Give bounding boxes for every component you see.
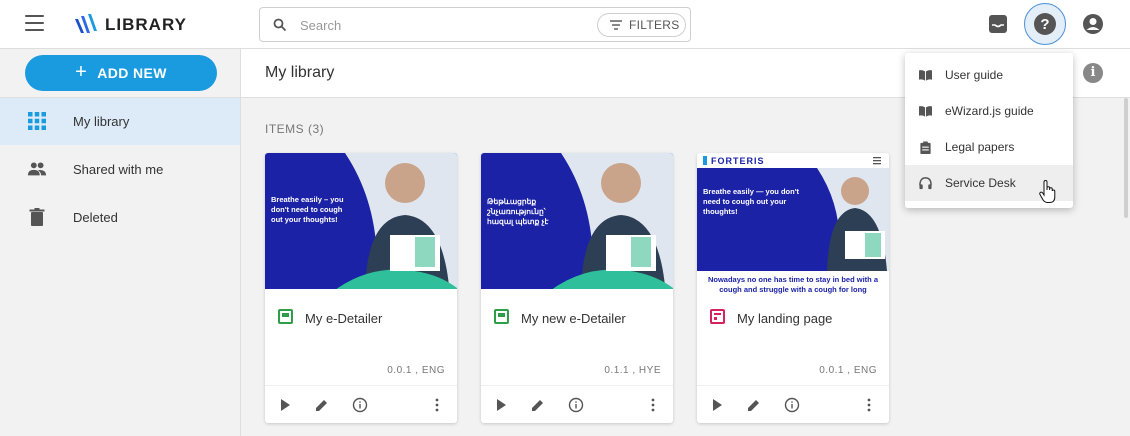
filter-icon [610, 20, 622, 30]
thumbnail-text: Breathe easily — you don't need to cough… [703, 187, 799, 216]
hamburger-menu-icon[interactable] [25, 15, 47, 33]
library-card[interactable]: FORTERIS Breathe easily — you don't need… [697, 153, 889, 423]
sidebar-item-my-library[interactable]: My library [0, 98, 240, 145]
brand-title: Library [105, 15, 187, 34]
card-thumbnail[interactable]: Թեթևացրեք շնչառությունը՝ հազալ պետք չէ [481, 153, 673, 298]
sidebar: My library Shared with me Deleted [0, 98, 241, 436]
play-icon[interactable] [709, 397, 725, 413]
edit-icon[interactable] [530, 397, 546, 413]
search-bar: FILTERS [259, 7, 691, 42]
search-input[interactable] [300, 16, 580, 34]
headset-icon [919, 177, 932, 190]
menu-item-user-guide[interactable]: User guide [905, 57, 1073, 93]
filters-label: FILTERS [629, 18, 680, 32]
edit-icon[interactable] [746, 397, 762, 413]
sidebar-item-shared-with-me[interactable]: Shared with me [0, 146, 240, 193]
filters-button[interactable]: FILTERS [597, 13, 686, 37]
library-logo-icon [75, 14, 97, 33]
book-icon [919, 106, 932, 117]
help-icon: ? [1034, 13, 1056, 35]
card-title: My e-Detailer [305, 311, 383, 326]
menu-item-ewizard-guide[interactable]: eWizard.js guide [905, 93, 1073, 129]
info-icon[interactable]: i [1083, 63, 1103, 83]
more-vert-icon[interactable] [429, 397, 445, 413]
card-divider [265, 385, 457, 386]
thumbnail-brand: FORTERIS [711, 156, 765, 166]
card-version: 0.0.1 , ENG [819, 365, 877, 376]
info-outline-icon[interactable] [568, 397, 584, 413]
thumbnail-text: Breathe easily – you don't need to cough… [271, 195, 344, 224]
library-card[interactable]: Breathe easily – you don't need to cough… [265, 153, 457, 423]
thumbnail-footer-text: Nowadays no one has time to stay in bed … [707, 275, 879, 294]
play-icon[interactable] [277, 397, 293, 413]
inbox-icon[interactable] [988, 14, 1008, 34]
info-outline-icon[interactable] [784, 397, 800, 413]
page-title: My library [265, 64, 335, 81]
menu-item-label: Service Desk [945, 176, 1016, 190]
book-icon [919, 70, 932, 81]
people-icon [27, 162, 47, 176]
help-button[interactable]: ? [1024, 3, 1066, 45]
card-divider [697, 385, 889, 386]
hand-cursor-icon [1039, 180, 1056, 203]
top-bar: Library FILTERS ? [0, 0, 1130, 49]
menu-item-label: User guide [945, 68, 1004, 82]
grid-icon [28, 112, 46, 130]
add-new-label: ADD NEW [97, 65, 167, 81]
thumbnail-image [265, 153, 457, 298]
card-title: My new e-Detailer [521, 311, 626, 326]
card-version: 0.1.1 , HYE [604, 365, 661, 376]
sidebar-item-label: Shared with me [73, 162, 164, 177]
card-thumbnail[interactable]: Breathe easily – you don't need to cough… [265, 153, 457, 298]
trash-icon [29, 208, 45, 226]
thumbnail-text: Թեթևացրեք շնչառությունը՝ հազալ պետք չէ [487, 197, 549, 226]
more-vert-icon[interactable] [861, 397, 877, 413]
card-divider [481, 385, 673, 386]
card-thumbnail[interactable]: FORTERIS Breathe easily — you don't need… [697, 153, 889, 298]
edit-icon[interactable] [314, 397, 330, 413]
sidebar-item-label: My library [73, 114, 130, 129]
scrollbar[interactable] [1124, 98, 1128, 218]
plus-icon: + [75, 60, 88, 83]
info-outline-icon[interactable] [352, 397, 368, 413]
landing-page-type-icon [710, 309, 725, 324]
sidebar-item-deleted[interactable]: Deleted [0, 194, 240, 241]
menu-item-label: Legal papers [945, 140, 1015, 154]
search-icon [273, 18, 287, 32]
menu-item-label: eWizard.js guide [945, 104, 1034, 118]
card-title: My landing page [737, 311, 833, 326]
menu-item-legal-papers[interactable]: Legal papers [905, 129, 1073, 165]
clipboard-icon [920, 141, 931, 154]
sidebar-item-label: Deleted [73, 210, 118, 225]
more-vert-icon[interactable] [645, 397, 661, 413]
e-detailer-type-icon [494, 309, 509, 324]
items-count-label: ITEMS (3) [265, 122, 325, 136]
library-card[interactable]: Թեթևացրեք շնչառությունը՝ հազալ պետք չէ M… [481, 153, 673, 423]
play-icon[interactable] [493, 397, 509, 413]
add-new-button[interactable]: + ADD NEW [25, 55, 217, 91]
account-icon[interactable] [1082, 13, 1104, 35]
card-version: 0.0.1 , ENG [387, 365, 445, 376]
e-detailer-type-icon [278, 309, 293, 324]
